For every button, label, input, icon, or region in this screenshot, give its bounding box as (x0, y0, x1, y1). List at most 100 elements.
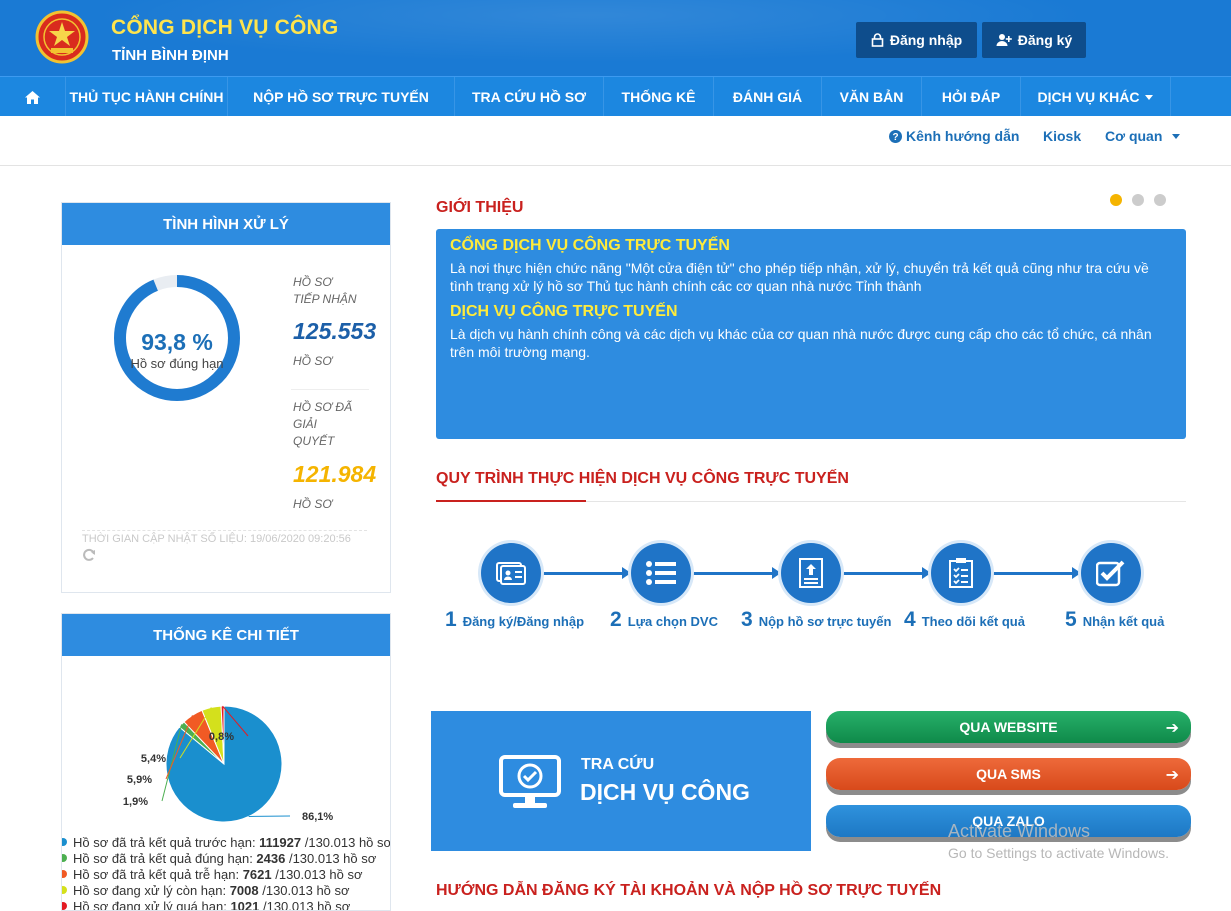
pie-legend: Hồ sơ đã trả kết quả trước hạn: 111927 /… (62, 835, 390, 910)
intro-box: CỔNG DỊCH VỤ CÔNG TRỰC TUYẾN Là nơi thực… (436, 229, 1186, 439)
nav-item-tra-cuu[interactable]: TRA CỨU HỒ SƠ (455, 77, 604, 117)
via-website-button[interactable]: QUA WEBSITE ➔ (826, 711, 1191, 743)
resolved-unit: HỒ SƠ (293, 497, 333, 511)
step-arrow (541, 567, 631, 579)
public-service-lookup-button[interactable]: TRA CỨU DỊCH VỤ CÔNG (431, 711, 811, 851)
activate-windows-watermark: Activate Windows (948, 821, 1091, 841)
legend-color-dot (62, 886, 67, 894)
main-nav: THỦ TỤC HÀNH CHÍNH NỘP HỒ SƠ TRỰC TUYẾN … (0, 76, 1231, 117)
home-icon (25, 90, 40, 104)
id-card-icon (496, 562, 526, 585)
process-section-title: QUY TRÌNH THỰC HIỆN DỊCH VỤ CÔNG TRỰC TU… (436, 470, 849, 487)
intro-heading-1: CỔNG DỊCH VỤ CÔNG TRỰC TUYẾN (450, 237, 730, 254)
via-website-label: QUA WEBSITE (959, 719, 1058, 735)
intro-section-title: GIỚI THIỆU (436, 199, 524, 216)
sub-nav: ? Kênh hướng dẫn Kiosk Cơ quan (0, 116, 1231, 166)
on-time-label: Hồ sơ đúng hạn (130, 356, 224, 371)
legend-color-dot (62, 854, 67, 862)
legend-color-dot (62, 902, 67, 910)
detail-pie-chart: 86,1% 1,9% 5,9% 5,4% 0,8% (123, 705, 333, 823)
kiosk-link[interactable]: Kiosk (1043, 128, 1081, 144)
resolved-count: 121.984 (293, 461, 377, 487)
received-count: 125.553 (293, 318, 377, 344)
step-1-label[interactable]: 1 Đăng ký/Đăng nhập (445, 608, 584, 632)
step-5-circle[interactable] (1081, 543, 1141, 603)
register-button[interactable]: Đăng ký (982, 22, 1086, 58)
legend-item[interactable]: Hồ sơ đã trả kết quả đúng hạn: 2436 /130… (62, 851, 390, 867)
pie-data-label: 5,9% (127, 774, 152, 786)
chevron-down-icon (1172, 133, 1181, 139)
file-upload-icon (799, 558, 823, 588)
divider (291, 389, 369, 390)
intro-heading-2: DỊCH VỤ CÔNG TRỰC TUYẾN (450, 303, 678, 320)
legend-item[interactable]: Hồ sơ đang xử lý còn hạn: 7008 /130.013 … (62, 883, 390, 899)
step-arrow (991, 567, 1081, 579)
resolved-label: HỒ SƠ ĐÃ GIẢI QUYẾT (293, 400, 353, 448)
guide-section-title: HƯỚNG DẪN ĐĂNG KÝ TÀI KHOẢN VÀ NỘP HỒ SƠ… (436, 882, 942, 899)
intro-paragraph-1: Là nơi thực hiện chức năng "Một cửa điện… (450, 260, 1149, 294)
login-button[interactable]: Đăng nhập (856, 22, 977, 58)
refresh-icon[interactable] (82, 548, 96, 562)
step-arrow (691, 567, 781, 579)
pie-data-label: 0,8% (209, 731, 234, 743)
status-panel: TÌNH HÌNH XỬ LÝ 93,8 % Hồ sơ đúng hạn HỒ… (61, 202, 391, 593)
nav-item-dich-vu-khac-label: DỊCH VỤ KHÁC (1037, 89, 1140, 105)
site-title: CỔNG DỊCH VỤ CÔNG (111, 16, 339, 39)
legend-color-dot (62, 838, 67, 846)
nav-item-dich-vu-khac[interactable]: DỊCH VỤ KHÁC (1021, 77, 1171, 117)
received-label: HỒ SƠ TIẾP NHẬN (293, 275, 357, 306)
step-4-label[interactable]: 4 Theo dõi kết quả (904, 608, 1025, 632)
stats-panel: THỐNG KÊ CHI TIẾT 86,1% 1,9% 5,9% 5,4% 0,8% … (61, 613, 391, 911)
guide-link[interactable]: ? Kênh hướng dẫn (889, 128, 1019, 144)
via-sms-button[interactable]: QUA SMS ➔ (826, 758, 1191, 790)
divider-accent (436, 500, 586, 502)
site-subtitle: TỈNH BÌNH ĐỊNH (112, 47, 229, 64)
clipboard-check-icon (949, 558, 973, 588)
check-square-icon (1096, 560, 1125, 587)
step-1-circle[interactable] (481, 543, 541, 603)
guide-label: Kênh hướng dẫn (906, 128, 1020, 144)
lock-icon (871, 33, 884, 47)
login-label: Đăng nhập (889, 32, 963, 48)
step-4-circle[interactable] (931, 543, 991, 603)
on-time-percent: 93,8 % (141, 329, 213, 355)
step-2-label[interactable]: 2 Lựa chọn DVC (610, 608, 718, 632)
agency-label: Cơ quan (1105, 128, 1163, 144)
step-arrow (841, 567, 931, 579)
activate-windows-hint: Go to Settings to activate Windows. (948, 845, 1169, 861)
arrow-right-icon: ➔ (1165, 720, 1179, 737)
step-2-circle[interactable] (631, 543, 691, 603)
legend-item[interactable]: Hồ sơ đã trả kết quả trước hạn: 111927 /… (62, 835, 390, 851)
intro-paragraph-2: Là dịch vụ hành chính công và các dịch v… (450, 326, 1152, 360)
divider (82, 530, 367, 531)
step-3-label[interactable]: 3 Nộp hồ sơ trực tuyến (741, 608, 891, 632)
site-header: CỔNG DỊCH VỤ CÔNG TỈNH BÌNH ĐỊNH Đăng nh… (0, 0, 1231, 76)
list-icon (646, 561, 676, 585)
nav-item-thu-tuc[interactable]: THỦ TỤC HÀNH CHÍNH (66, 77, 228, 117)
carousel-dot-3[interactable] (1154, 194, 1166, 206)
via-sms-label: QUA SMS (976, 766, 1041, 782)
svg-text:?: ? (892, 132, 898, 143)
legend-item[interactable]: Hồ sơ đã trả kết quả trễ hạn: 7621 /130.… (62, 867, 390, 883)
nav-item-thong-ke[interactable]: THỐNG KÊ (604, 77, 714, 117)
step-3-circle[interactable] (781, 543, 841, 603)
carousel-dots (1110, 194, 1166, 206)
nav-item-hoi-dap[interactable]: HỎI ĐÁP (922, 77, 1021, 117)
carousel-dot-1[interactable] (1110, 194, 1122, 206)
lookup-small-label: TRA CỨU (581, 756, 655, 773)
national-emblem-logo[interactable] (35, 10, 89, 64)
nav-item-danh-gia[interactable]: ĐÁNH GIÁ (714, 77, 822, 117)
nav-home[interactable] (0, 77, 66, 117)
agency-dropdown[interactable]: Cơ quan (1105, 128, 1181, 144)
arrow-right-icon: ➔ (1165, 767, 1179, 784)
legend-item[interactable]: Hồ sơ đang xử lý quá hạn: 1021 /130.013 … (62, 899, 390, 910)
received-unit: HỒ SƠ (293, 354, 333, 368)
pie-data-label: 86,1% (302, 811, 333, 823)
carousel-dot-2[interactable] (1132, 194, 1144, 206)
nav-item-van-ban[interactable]: VĂN BẢN (822, 77, 922, 117)
step-5-label[interactable]: 5 Nhận kết quả (1065, 608, 1164, 632)
pie-data-label: 5,4% (141, 753, 166, 765)
nav-item-nop-ho-so[interactable]: NỘP HỒ SƠ TRỰC TUYẾN (228, 77, 455, 117)
lookup-big-label: DỊCH VỤ CÔNG (580, 779, 750, 805)
stats-panel-heading: THỐNG KÊ CHI TIẾT (62, 614, 390, 656)
